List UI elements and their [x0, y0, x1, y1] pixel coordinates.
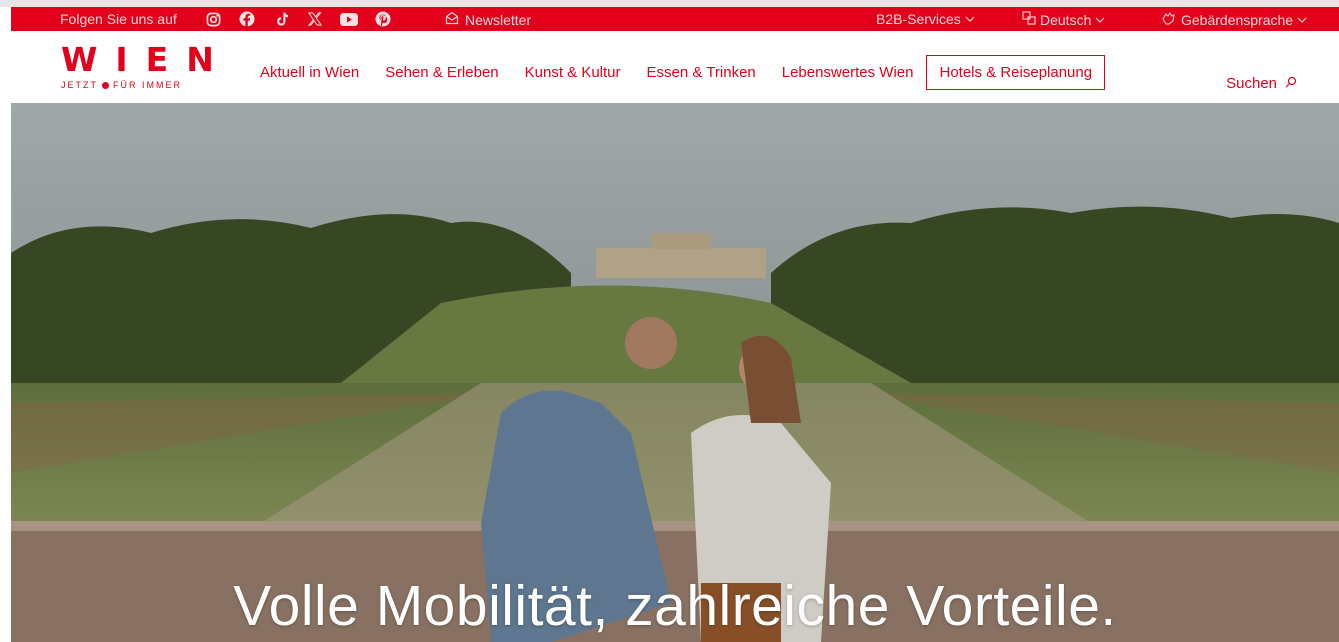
translate-icon — [1022, 11, 1036, 28]
youtube-icon[interactable] — [339, 9, 359, 29]
nav-item-aktuell[interactable]: Aktuell in Wien — [247, 64, 372, 90]
hero-banner: Volle Mobilität, zahlreiche Vorteile. — [11, 103, 1339, 642]
logo-tagline-left: JETZT — [61, 80, 98, 90]
sign-language-label: Gebärdensprache — [1181, 11, 1294, 28]
logo-wordmark: WIEN — [61, 40, 232, 79]
browser-top-strip — [0, 0, 1339, 7]
logo-tagline: JETZT FÜR IMMER — [61, 80, 201, 90]
search-icon — [1285, 75, 1297, 92]
wien-logo[interactable]: WIEN JETZT FÜR IMMER — [61, 40, 232, 91]
language-dropdown[interactable]: Deutsch — [1022, 11, 1105, 28]
sign-language-dropdown[interactable]: Gebärdensprache — [1161, 11, 1307, 28]
search-button[interactable]: Suchen — [1226, 75, 1297, 92]
hero-image-schoenbrunn — [11, 103, 1339, 642]
follow-us-label: Folgen Sie uns auf — [60, 11, 177, 27]
logo-tagline-right: FÜR IMMER — [113, 80, 182, 90]
chevron-down-icon — [1095, 12, 1105, 28]
chevron-down-icon — [1297, 12, 1307, 28]
nav-item-essen-trinken[interactable]: Essen & Trinken — [634, 64, 769, 90]
search-label: Suchen — [1226, 75, 1277, 92]
hero-title: Volle Mobilität, zahlreiche Vorteile. — [233, 574, 1117, 639]
main-navigation: Aktuell in Wien Sehen & Erleben Kunst & … — [247, 55, 1106, 90]
logo-heart-dot — [102, 81, 109, 89]
main-header: WIEN JETZT FÜR IMMER Aktuell in Wien Seh… — [11, 31, 1339, 103]
nav-item-kunst-kultur[interactable]: Kunst & Kultur — [512, 64, 634, 90]
social-links — [203, 9, 393, 29]
language-label: Deutsch — [1040, 11, 1092, 28]
pinterest-icon[interactable] — [373, 9, 393, 29]
newsletter-icon — [445, 11, 459, 28]
newsletter-link[interactable]: Newsletter — [445, 11, 531, 28]
nav-item-hotels-reiseplanung[interactable]: Hotels & Reiseplanung — [926, 55, 1106, 90]
top-utility-bar: Folgen Sie uns auf Newsletter B2B-Servic… — [11, 7, 1339, 31]
instagram-icon[interactable] — [203, 9, 223, 29]
facebook-icon[interactable] — [237, 9, 257, 29]
nav-item-lebenswertes-wien[interactable]: Lebenswertes Wien — [769, 64, 927, 90]
b2b-services-label: B2B-Services — [876, 11, 961, 27]
tiktok-icon[interactable] — [271, 9, 291, 29]
chevron-down-icon — [965, 11, 975, 27]
x-icon[interactable] — [305, 9, 325, 29]
newsletter-label: Newsletter — [465, 11, 532, 28]
nav-item-sehen-erleben[interactable]: Sehen & Erleben — [372, 64, 511, 90]
b2b-services-dropdown[interactable]: B2B-Services — [876, 11, 975, 27]
sign-language-hand-icon — [1161, 11, 1177, 28]
